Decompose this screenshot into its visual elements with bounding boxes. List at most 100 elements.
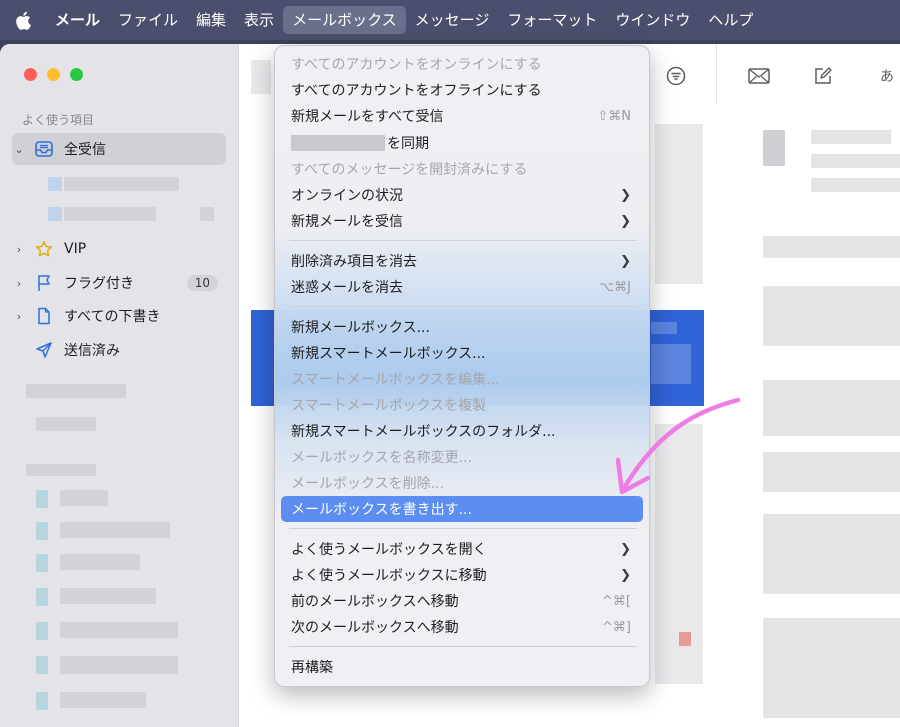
menu-item-all-accounts-online[interactable]: すべてのアカウントをオンラインにする (281, 51, 643, 77)
menu-item-erase-deleted[interactable]: 削除済み項目を消去 ❯ (281, 248, 643, 274)
close-button[interactable] (24, 68, 37, 81)
mailbox-icon-redacted (36, 522, 48, 540)
menu-item-online-status[interactable]: オンラインの状況 ❯ (281, 182, 643, 208)
mailbox-menu: すべてのアカウントをオンラインにする すべてのアカウントをオフラインにする 新規… (274, 45, 650, 687)
shortcut-label: ^⌘[ (602, 593, 631, 609)
mailbox-redacted (60, 490, 108, 506)
mailbox-redacted (26, 384, 126, 398)
menu-separator (289, 240, 637, 241)
chevron-right-icon[interactable]: › (12, 243, 26, 256)
menu-help[interactable]: ヘルプ (699, 6, 762, 34)
mailbox-icon-redacted (36, 692, 48, 710)
menu-mail[interactable]: メール (46, 6, 109, 34)
menu-item-open-favorite-mailbox[interactable]: よく使うメールボックスを開く ❯ (281, 536, 643, 562)
menu-item-synchronize[interactable]: を同期 (281, 130, 643, 156)
zoom-button[interactable] (70, 68, 83, 81)
apple-icon (16, 11, 31, 30)
mailbox-icon-redacted (36, 490, 48, 508)
menu-edit[interactable]: 編集 (187, 6, 235, 34)
sidebar-item-label: すべての下書き (64, 309, 161, 325)
sidebar-item-flagged[interactable]: › フラグ付き 10 (12, 267, 226, 299)
chevron-right-icon[interactable]: › (12, 277, 26, 290)
menu-item-export-mailbox[interactable]: メールボックスを書き出す... (281, 496, 643, 522)
shortcut-label: ⇧⌘N (597, 108, 631, 124)
menu-item-new-smart-mailbox-folder[interactable]: 新規スマートメールボックスのフォルダ... (281, 418, 643, 444)
sidebar-item-label: VIP (64, 241, 87, 257)
chevron-right-icon: ❯ (620, 253, 631, 269)
mailbox-redacted (60, 588, 156, 604)
menu-item-rename-mailbox[interactable]: メールボックスを名称変更... (281, 444, 643, 470)
menu-window[interactable]: ウインドウ (606, 6, 699, 34)
mailbox-redacted (36, 417, 96, 431)
menu-item-mark-all-read[interactable]: すべてのメッセージを開封済みにする (281, 156, 643, 182)
chevron-down-icon[interactable]: ⌄ (12, 143, 26, 156)
account-name-redacted (64, 207, 156, 221)
menu-item-get-new-mail[interactable]: 新規メールを受信 ❯ (281, 208, 643, 234)
mailbox-icon-redacted (36, 588, 48, 606)
menu-item-new-mailbox[interactable]: 新規メールボックス... (281, 314, 643, 340)
document-icon (32, 307, 56, 325)
mailbox-redacted (60, 554, 140, 570)
account-name-redacted (64, 177, 179, 191)
paper-plane-icon (32, 341, 56, 359)
menu-file[interactable]: ファイル (109, 6, 187, 34)
sidebar-item-vip[interactable]: › VIP (12, 233, 226, 265)
inbox-icon (32, 140, 56, 158)
account-name-redacted (291, 135, 385, 151)
account-header-redacted (26, 464, 96, 476)
menu-item-next-mailbox[interactable]: 次のメールボックスへ移動 ^⌘] (281, 614, 643, 640)
filter-icon[interactable] (664, 64, 688, 88)
sidebar-item-label: 送信済み (64, 343, 120, 359)
envelope-icon[interactable] (747, 64, 771, 88)
menu-item-previous-mailbox[interactable]: 前のメールボックスへ移動 ^⌘[ (281, 588, 643, 614)
menu-item-get-all-new-mail[interactable]: 新規メールをすべて受信 ⇧⌘N (281, 103, 643, 129)
shortcut-label: ^⌘] (602, 619, 631, 635)
sidebar-item-label: フラグ付き (64, 276, 134, 292)
sidebar-item-sent[interactable]: 送信済み (12, 334, 226, 366)
sidebar-item-label: 全受信 (64, 142, 106, 158)
window-controls (24, 68, 83, 81)
menu-message[interactable]: メッセージ (406, 6, 499, 34)
shortcut-label: ⌥⌘J (599, 279, 631, 295)
mailbox-redacted (60, 692, 146, 708)
menu-item-duplicate-smart-mailbox[interactable]: スマートメールボックスを複製 (281, 392, 643, 418)
menu-item-all-accounts-offline[interactable]: すべてのアカウントをオフラインにする (281, 77, 643, 103)
sidebar: よく使う項目 ⌄ 全受信 › VIP › フラグ付き 10 › すべての下書き … (0, 44, 238, 727)
chevron-right-icon: ❯ (620, 541, 631, 557)
account-icon (48, 177, 62, 191)
account-icon (48, 207, 62, 221)
chevron-right-icon: ❯ (620, 213, 631, 229)
compose-icon[interactable] (811, 64, 835, 88)
favorites-section-label: よく使う項目 (22, 113, 95, 127)
chevron-right-icon[interactable]: › (12, 310, 26, 323)
menu-item-go-to-favorite-mailbox[interactable]: よく使うメールボックスに移動 ❯ (281, 562, 643, 588)
sidebar-item-drafts[interactable]: › すべての下書き (12, 300, 226, 332)
menu-separator (289, 306, 637, 307)
list-header-redacted (251, 60, 271, 94)
menu-format[interactable]: フォーマット (498, 6, 606, 34)
menu-item-rebuild[interactable]: 再構築 (281, 654, 643, 680)
menu-item-erase-junk[interactable]: 迷惑メールを消去 ⌥⌘J (281, 274, 643, 300)
chevron-right-icon: ❯ (620, 187, 631, 203)
menu-view[interactable]: 表示 (235, 6, 283, 34)
menu-item-delete-mailbox[interactable]: メールボックスを削除... (281, 470, 643, 496)
menu-item-new-smart-mailbox[interactable]: 新規スマートメールボックス... (281, 340, 643, 366)
message-preview-redacted (655, 124, 703, 284)
apple-menu[interactable] (0, 11, 46, 30)
flag-icon (32, 274, 56, 292)
mailbox-icon-redacted (36, 622, 48, 640)
menu-item-edit-smart-mailbox[interactable]: スマートメールボックスを編集... (281, 366, 643, 392)
mailbox-redacted (60, 656, 178, 674)
menu-separator (289, 528, 637, 529)
minimize-button[interactable] (47, 68, 60, 81)
chevron-right-icon: ❯ (620, 567, 631, 583)
input-method-indicator[interactable]: あ (875, 64, 899, 88)
mailbox-icon-redacted (36, 656, 48, 674)
sidebar-item-inbox[interactable]: ⌄ 全受信 (12, 133, 226, 165)
mailbox-icon-redacted (36, 554, 48, 572)
menu-mailbox[interactable]: メールボックス (283, 6, 406, 34)
flagged-count-badge: 10 (186, 275, 218, 291)
mailbox-redacted (60, 622, 178, 638)
star-icon (32, 240, 56, 258)
account-count-redacted (200, 207, 214, 221)
